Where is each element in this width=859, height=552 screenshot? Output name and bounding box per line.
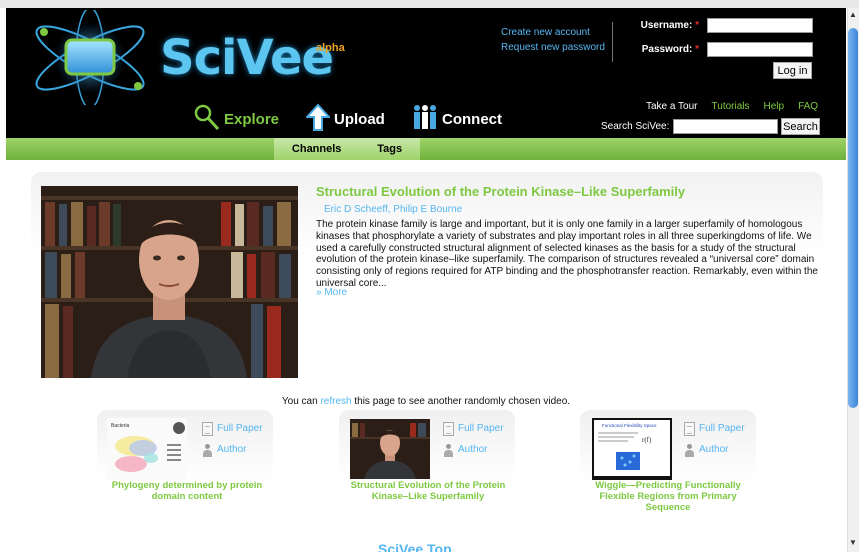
author-link[interactable]: Author bbox=[443, 439, 504, 460]
nav-upload[interactable]: Upload bbox=[304, 103, 385, 135]
video-card-title[interactable]: Structural Evolution of the Protein Kina… bbox=[338, 480, 518, 502]
video-card-thumbnail[interactable]: Functional Flexibility Space r(f) bbox=[592, 418, 672, 480]
more-link[interactable]: » More bbox=[316, 287, 347, 298]
faq-link[interactable]: FAQ bbox=[798, 101, 818, 112]
full-paper-link[interactable]: Full Paper bbox=[202, 418, 263, 439]
video-card-title[interactable]: Wiggle—Predicting Functionally Flexible … bbox=[578, 480, 758, 513]
section-heading: SciVee Top bbox=[378, 541, 452, 552]
subnav-tabs: Channels Tags bbox=[274, 138, 420, 160]
window-top-edge bbox=[0, 0, 859, 8]
featured-title[interactable]: Structural Evolution of the Protein Kina… bbox=[316, 184, 685, 199]
video-card-thumbnail[interactable] bbox=[350, 419, 430, 479]
refresh-link[interactable]: refresh bbox=[320, 396, 351, 407]
svg-text:Bacteria: Bacteria bbox=[111, 423, 130, 429]
magnifier-icon bbox=[192, 103, 220, 135]
search-input[interactable] bbox=[673, 119, 778, 134]
phylogeny-diagram-image: Bacteria bbox=[107, 418, 187, 480]
search-label: Search SciVee: bbox=[601, 121, 670, 132]
video-card-thumbnail[interactable]: Bacteria bbox=[107, 418, 187, 480]
site-header: SciVee alpha Create new account Request … bbox=[6, 8, 846, 138]
slide-image: Functional Flexibility Space r(f) bbox=[592, 418, 672, 480]
create-account-link[interactable]: Create new account bbox=[501, 25, 605, 40]
username-field[interactable] bbox=[707, 18, 813, 33]
refresh-note: You can refresh this page to see another… bbox=[0, 396, 852, 407]
account-links: Create new account Request new password bbox=[501, 25, 605, 55]
svg-text:r(f): r(f) bbox=[642, 436, 652, 444]
take-tour-link[interactable]: Take a Tour bbox=[646, 101, 698, 112]
search-button[interactable]: Search bbox=[781, 118, 820, 135]
tags-tab[interactable]: Tags bbox=[377, 143, 402, 155]
username-label: Username: * bbox=[640, 20, 699, 31]
card-links: Full Paper Author bbox=[684, 418, 745, 460]
refresh-note-text-end: this page to see another randomly chosen… bbox=[351, 396, 571, 407]
full-paper-label: Full Paper bbox=[217, 423, 263, 434]
video-still-image bbox=[350, 419, 430, 479]
subnav-bar: Channels Tags bbox=[6, 138, 846, 160]
logo-alpha-tag: alpha bbox=[316, 42, 345, 54]
author-label: Author bbox=[217, 444, 247, 455]
nav-explore-label: Explore bbox=[224, 110, 280, 128]
document-icon bbox=[684, 421, 695, 436]
document-icon bbox=[202, 421, 213, 436]
author-link[interactable]: Author bbox=[202, 439, 263, 460]
scivee-logo[interactable]: SciVee alpha bbox=[26, 8, 346, 109]
nav-connect[interactable]: Connect bbox=[410, 104, 502, 134]
request-password-link[interactable]: Request new password bbox=[501, 40, 605, 55]
author-label: Author bbox=[699, 444, 729, 455]
help-link[interactable]: Help bbox=[764, 101, 785, 112]
password-field[interactable] bbox=[707, 42, 813, 57]
top-links: Take a Tour Tutorials Help FAQ bbox=[646, 101, 818, 112]
tutorials-link[interactable]: Tutorials bbox=[712, 101, 750, 112]
nav-explore[interactable]: Explore bbox=[192, 104, 279, 134]
card-links: Full Paper Author bbox=[443, 418, 504, 460]
nav-connect-label: Connect bbox=[442, 110, 502, 128]
featured-video-thumbnail[interactable] bbox=[41, 186, 298, 378]
nav-upload-label: Upload bbox=[334, 110, 385, 128]
full-paper-label: Full Paper bbox=[458, 423, 504, 434]
login-button[interactable]: Log in bbox=[773, 62, 812, 79]
logo-wordmark: SciVee bbox=[160, 30, 334, 86]
channels-tab[interactable]: Channels bbox=[292, 143, 342, 155]
people-icon bbox=[410, 103, 438, 135]
featured-abstract: The protein kinase family is large and i… bbox=[316, 219, 818, 289]
author-link[interactable]: Author bbox=[684, 439, 745, 460]
person-icon bbox=[202, 443, 213, 457]
scroll-up-icon[interactable]: ▲ bbox=[849, 10, 857, 19]
refresh-note-text: You can bbox=[281, 396, 321, 407]
svg-text:Functional Flexibility Space: Functional Flexibility Space bbox=[602, 423, 657, 428]
full-paper-label: Full Paper bbox=[699, 423, 745, 434]
featured-authors[interactable]: Eric D Scheeff, Philip E Bourne bbox=[324, 204, 462, 215]
scrollbar-thumb[interactable] bbox=[848, 28, 858, 408]
scroll-down-icon[interactable]: ▼ bbox=[849, 538, 857, 547]
full-paper-link[interactable]: Full Paper bbox=[443, 418, 504, 439]
person-icon bbox=[684, 443, 695, 457]
password-label: Password: * bbox=[641, 44, 699, 55]
browser-frame: SciVee alpha Create new account Request … bbox=[0, 0, 859, 552]
person-icon bbox=[443, 443, 454, 457]
document-icon bbox=[443, 421, 454, 436]
upload-arrow-icon bbox=[304, 103, 332, 135]
full-paper-link[interactable]: Full Paper bbox=[684, 418, 745, 439]
video-still-image bbox=[41, 186, 298, 378]
author-label: Author bbox=[458, 444, 488, 455]
video-card-title[interactable]: Phylogeny determined by protein domain c… bbox=[97, 480, 277, 502]
card-links: Full Paper Author bbox=[202, 418, 263, 460]
